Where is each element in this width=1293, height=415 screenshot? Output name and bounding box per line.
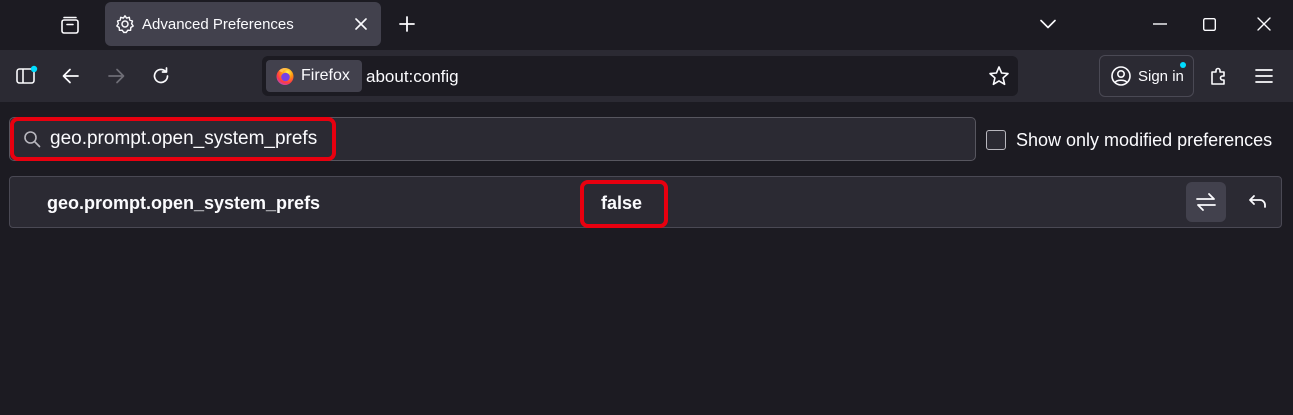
app-menu-button[interactable] — [1248, 60, 1280, 92]
maximize-icon — [1202, 17, 1216, 31]
minimize-button[interactable] — [1137, 4, 1183, 44]
preference-value: false — [601, 193, 643, 213]
star-icon — [989, 66, 1009, 86]
puzzle-piece-icon — [1211, 67, 1225, 85]
sign-in-button[interactable]: Sign in — [1099, 55, 1194, 97]
search-icon — [24, 131, 41, 148]
extensions-button[interactable] — [1203, 60, 1235, 92]
tab-list-icon — [61, 16, 79, 34]
tab-strip: Advanced Preferences — [0, 0, 1293, 50]
arrow-left-icon — [62, 68, 79, 84]
list-all-tabs-button[interactable] — [1025, 4, 1071, 44]
sidebar-button[interactable] — [10, 60, 42, 92]
tab-close-button[interactable] — [351, 14, 371, 34]
show-modified-label[interactable]: Show only modified preferences — [1016, 130, 1272, 151]
about-config-page: Show only modified preferences geo.promp… — [0, 102, 1293, 415]
preference-search-box[interactable] — [9, 117, 976, 161]
reload-button[interactable] — [145, 60, 177, 92]
reload-icon — [153, 67, 169, 84]
navigation-toolbar: Firefox about:config Sign in — [0, 50, 1293, 102]
gear-icon — [116, 15, 134, 34]
sign-in-label: Sign in — [1138, 67, 1184, 85]
minimize-icon — [1153, 23, 1167, 25]
undo-icon — [1249, 195, 1266, 208]
tab-title: Advanced Preferences — [142, 16, 294, 33]
tab-advanced-preferences[interactable]: Advanced Preferences — [105, 2, 381, 46]
close-icon — [355, 18, 367, 30]
url-text[interactable]: about:config — [366, 67, 459, 87]
url-bar[interactable]: Firefox about:config — [262, 56, 1018, 96]
plus-icon — [399, 16, 415, 32]
preference-search-input[interactable] — [50, 118, 950, 160]
show-modified-checkbox[interactable] — [986, 130, 1006, 150]
tab-list-button[interactable] — [50, 6, 90, 44]
toggle-arrows-icon — [1196, 193, 1216, 211]
preference-row[interactable]: geo.prompt.open_system_prefs false — [9, 176, 1282, 228]
preference-name: geo.prompt.open_system_prefs — [47, 193, 321, 213]
arrow-right-icon — [108, 68, 125, 84]
chevron-down-icon — [1040, 19, 1056, 29]
maximize-button[interactable] — [1186, 4, 1232, 44]
sidebar-icon — [16, 65, 38, 84]
show-modified-toggle[interactable]: Show only modified preferences — [986, 129, 1272, 151]
close-icon — [1257, 17, 1271, 31]
back-button[interactable] — [55, 60, 87, 92]
forward-button[interactable] — [100, 60, 132, 92]
identity-box[interactable]: Firefox — [266, 60, 362, 92]
reset-button[interactable] — [1238, 182, 1278, 222]
new-tab-button[interactable] — [392, 9, 422, 39]
firefox-logo-icon — [276, 68, 294, 85]
window-close-button[interactable] — [1241, 4, 1287, 44]
account-icon — [1111, 66, 1131, 86]
bookmark-button[interactable] — [988, 65, 1010, 87]
hamburger-menu-icon — [1255, 69, 1273, 83]
notification-dot — [1180, 62, 1186, 68]
toggle-button[interactable] — [1186, 182, 1226, 222]
identity-label: Firefox — [301, 67, 350, 84]
